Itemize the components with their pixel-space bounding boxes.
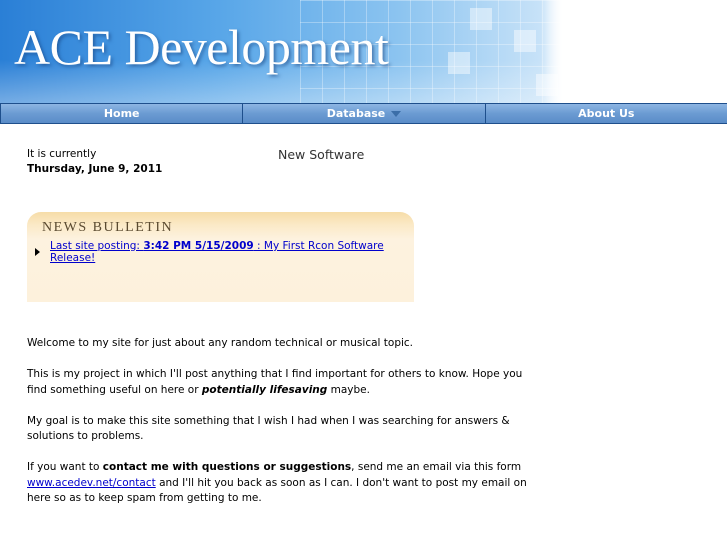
bulletin-item: Last site posting: 3:42 PM 5/15/2009 : M…: [35, 240, 414, 264]
banner-square: [470, 8, 492, 30]
paragraph-goal: My goal is to make this site something t…: [27, 414, 510, 443]
news-bulletin: NEWS BULLETIN Last site posting: 3:42 PM…: [27, 212, 414, 302]
bullet-arrow-icon: [35, 248, 40, 256]
new-software-heading: New Software: [278, 147, 365, 162]
date-value: Thursday, June 9, 2011: [27, 163, 163, 175]
banner-square: [514, 30, 536, 52]
main-content: Welcome to my site for just about any ra…: [27, 336, 537, 522]
latest-posting-link[interactable]: Last site posting: 3:42 PM 5/15/2009 : M…: [50, 240, 414, 264]
text: , send me an email via this form: [351, 461, 522, 473]
nav-home-label: Home: [103, 107, 140, 120]
nav-home[interactable]: Home: [0, 104, 244, 123]
nav-about-label: About Us: [578, 107, 635, 120]
header-banner: ACE Development: [0, 0, 727, 103]
current-date: It is currently Thursday, June 9, 2011: [27, 147, 162, 177]
date-prefix: It is currently: [27, 148, 97, 160]
link-prefix: Last site posting:: [50, 240, 144, 252]
bold-text: contact me with questions or suggestions: [102, 461, 352, 473]
bulletin-title: NEWS BULLETIN: [42, 220, 174, 235]
paragraph-project: This is my project in which I'll post an…: [27, 367, 537, 398]
site-logo[interactable]: ACE Development: [14, 18, 389, 76]
chevron-down-icon: [391, 110, 402, 117]
paragraph-contact: If you want to contact me with questions…: [27, 460, 537, 507]
paragraph-welcome: Welcome to my site for just about any ra…: [27, 337, 414, 349]
nav-database-label: Database: [326, 107, 386, 120]
banner-fade: [540, 0, 727, 103]
contact-link[interactable]: www.acedev.net/contact: [27, 477, 156, 489]
emphasis-text: potentially lifesaving: [201, 383, 328, 396]
main-nav: Home Database About Us: [0, 103, 727, 124]
nav-database[interactable]: Database: [243, 104, 486, 123]
text: maybe.: [327, 383, 370, 396]
link-time: 3:42 PM 5/15/2009: [143, 240, 254, 252]
text: If you want to: [27, 461, 103, 473]
nav-about-us[interactable]: About Us: [485, 104, 727, 123]
